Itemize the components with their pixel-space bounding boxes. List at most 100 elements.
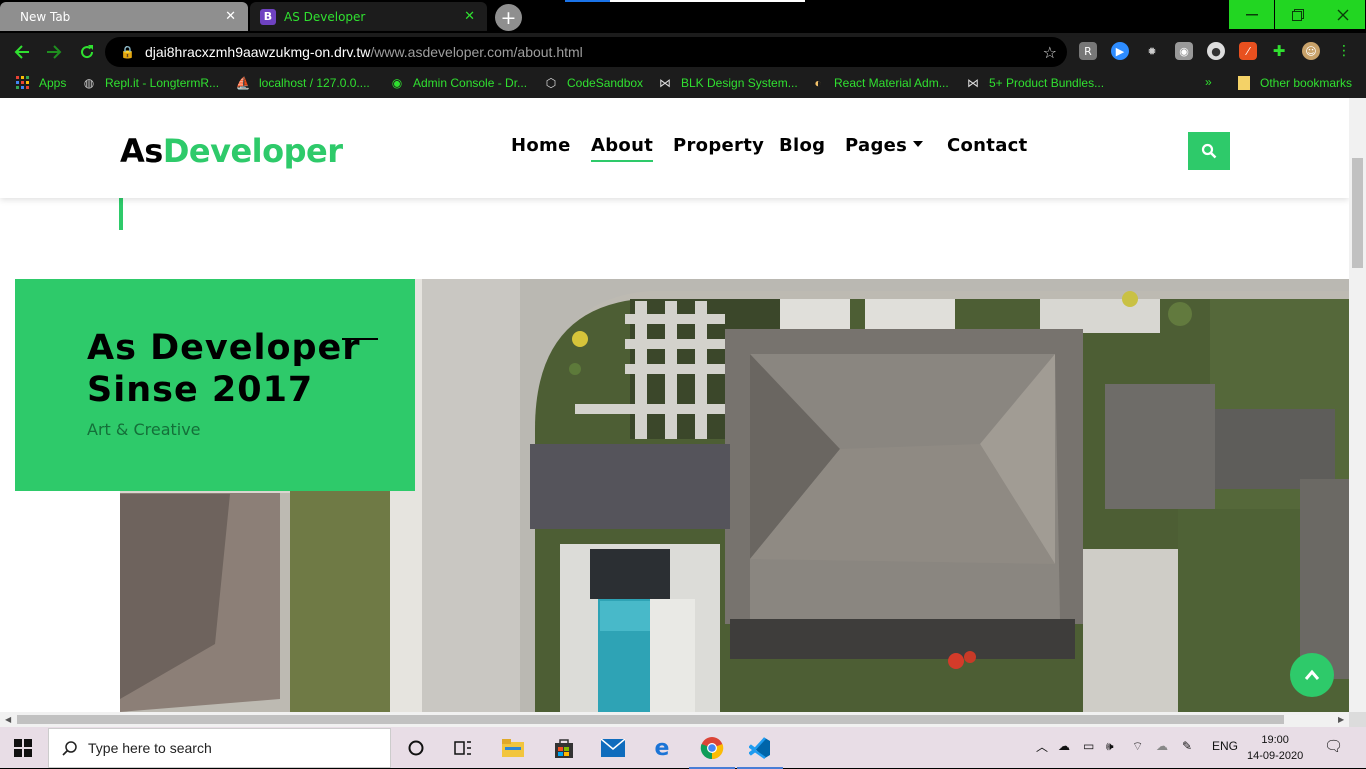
chrome-icon[interactable]	[689, 733, 735, 769]
react-material-icon: ◐	[814, 76, 822, 90]
bookmark-replit[interactable]: ◍ Repl.it - LongtermR...	[81, 75, 219, 91]
back-to-top-button[interactable]	[1290, 653, 1334, 697]
address-bar[interactable]: 🔒 djai8hracxzmh9aawzukmg-on.drv.tw/www.a…	[105, 37, 1067, 67]
bookmark-admin-console[interactable]: ◉ Admin Console - Dr...	[389, 75, 527, 91]
hero-subtitle: Art & Creative	[87, 420, 201, 439]
globe-icon: ◉	[391, 76, 403, 90]
bug-extension-icon[interactable]: ✹	[1143, 42, 1161, 60]
caret-down-icon	[913, 141, 924, 147]
bookmark-star-icon[interactable]: ☆	[1043, 43, 1057, 62]
mail-icon[interactable]	[598, 733, 628, 763]
edge-browser-icon[interactable]: e	[647, 733, 677, 763]
back-button[interactable]	[11, 41, 33, 63]
search-icon	[1201, 143, 1217, 159]
tab-label: New Tab	[20, 9, 71, 24]
wifi-icon[interactable]: ⌔	[1132, 739, 1143, 754]
tab-new-tab[interactable]: New Tab ✕	[0, 2, 248, 31]
site-logo[interactable]: AsDeveloper	[120, 132, 343, 170]
tab-as-developer[interactable]: B AS Developer ✕	[250, 2, 487, 31]
arrow-right-icon	[47, 45, 62, 59]
close-icon	[1337, 9, 1348, 20]
horizontal-scrollbar[interactable]: ◀ ▶	[0, 712, 1349, 727]
nav-blog[interactable]: Blog	[779, 135, 825, 156]
blk-icon: ⋈	[659, 76, 671, 90]
vscode-icon[interactable]	[737, 733, 783, 769]
extensions-puzzle-icon[interactable]: ✚	[1270, 42, 1288, 60]
bookmark-product-bundles[interactable]: ⋈ 5+ Product Bundles...	[965, 75, 1104, 91]
volume-icon[interactable]: 🕪	[1106, 739, 1114, 754]
scroll-right-arrow-icon[interactable]: ▶	[1338, 715, 1344, 724]
folder-icon	[1236, 75, 1252, 91]
minimize-button[interactable]	[1229, 0, 1274, 29]
loading-progress-bar	[565, 0, 805, 2]
onedrive-cloud-icon[interactable]: ☁	[1058, 739, 1070, 753]
restore-icon	[1291, 8, 1304, 21]
camera-extension-icon[interactable]: ◉	[1175, 42, 1193, 60]
store-icon[interactable]	[549, 733, 579, 763]
search-icon	[62, 741, 77, 756]
nav-home[interactable]: Home	[511, 135, 571, 156]
nav-about[interactable]: About	[591, 135, 654, 162]
browser-toolbar: 🔒 djai8hracxzmh9aawzukmg-on.drv.tw/www.a…	[0, 33, 1366, 70]
profile-avatar-icon[interactable]: ☺	[1302, 42, 1320, 60]
restore-button[interactable]	[1275, 0, 1320, 29]
system-clock[interactable]: 19:00 14-09-2020	[1247, 732, 1303, 764]
extension-r-icon[interactable]: R	[1079, 42, 1097, 60]
new-tab-button[interactable]: +	[495, 4, 522, 31]
battery-icon[interactable]: ▭	[1083, 739, 1094, 753]
notifications-icon[interactable]: 🗨	[1324, 737, 1343, 755]
vertical-scrollbar[interactable]	[1349, 98, 1366, 712]
arrow-left-icon	[14, 45, 29, 59]
close-tab-icon[interactable]: ✕	[464, 9, 475, 24]
bookmark-react-material[interactable]: ◐ React Material Adm...	[810, 75, 948, 91]
chevron-up-icon	[1304, 669, 1320, 680]
task-view-icon[interactable]	[448, 733, 478, 763]
postman-extension-icon[interactable]: ⁄	[1239, 42, 1257, 60]
url-text: djai8hracxzmh9aawzukmg-on.drv.tw/www.asd…	[144, 44, 583, 60]
forward-button[interactable]	[43, 41, 65, 63]
circle-extension-icon[interactable]: ●	[1207, 42, 1225, 60]
pen-icon[interactable]: ✎	[1182, 739, 1192, 753]
codesandbox-icon: ⬡	[545, 76, 557, 90]
start-button[interactable]	[14, 739, 32, 757]
scroll-left-arrow-icon[interactable]: ◀	[5, 715, 11, 724]
nav-pages-dropdown[interactable]: Pages	[845, 135, 924, 156]
bookmark-blk-design[interactable]: ⋈ BLK Design System...	[657, 75, 798, 91]
hero-title: As Developer Sinse 2017	[87, 327, 378, 411]
language-indicator[interactable]: ENG	[1212, 739, 1238, 753]
file-explorer-icon[interactable]	[498, 733, 528, 763]
apps-grid-icon	[15, 75, 31, 91]
windows-taskbar: Type here to search e ︿ ☁ ▭ 🕪 ⌔ ☁ ✎ ENG …	[0, 727, 1366, 769]
bookmark-apps[interactable]: Apps	[15, 75, 66, 91]
bookmark-localhost[interactable]: ⛵ localhost / 127.0.0....	[235, 75, 370, 91]
close-tab-icon[interactable]: ✕	[225, 9, 236, 24]
bookmarks-bar: Apps ◍ Repl.it - LongtermR... ⛵ localhos…	[0, 70, 1366, 98]
bootstrap-favicon-icon: B	[260, 8, 276, 25]
phpmyadmin-icon: ⛵	[235, 76, 251, 90]
reload-icon	[81, 45, 94, 59]
search-button[interactable]	[1188, 132, 1230, 170]
nav-contact[interactable]: Contact	[947, 135, 1028, 156]
cortana-icon[interactable]	[401, 733, 431, 763]
reload-button[interactable]	[76, 41, 98, 63]
title-dash-decoration	[342, 338, 378, 340]
bookmark-codesandbox[interactable]: ⬡ CodeSandbox	[543, 75, 643, 91]
cloud-sync-icon[interactable]: ☁	[1156, 739, 1168, 753]
bookmark-other[interactable]: Other bookmarks	[1236, 75, 1352, 91]
page-viewport: AsDeveloper Home About Property Blog Pag…	[0, 98, 1349, 712]
taskbar-search-box[interactable]: Type here to search	[48, 728, 391, 768]
replit-icon: ◍	[83, 76, 95, 90]
nav-property[interactable]: Property	[673, 135, 764, 156]
bundle-icon: ⋈	[967, 76, 979, 90]
tab-label: AS Developer	[284, 9, 366, 24]
browser-tab-strip: New Tab ✕ B AS Developer ✕ +	[0, 0, 1366, 33]
bookmarks-overflow-button[interactable]: »	[1205, 75, 1212, 89]
windows-logo-icon	[14, 739, 32, 757]
lock-icon[interactable]: 🔒	[120, 45, 135, 59]
site-navbar: AsDeveloper Home About Property Blog Pag…	[0, 98, 1349, 198]
close-window-button[interactable]	[1320, 0, 1365, 29]
browser-menu-icon[interactable]: ⋮	[1335, 42, 1353, 60]
minimize-icon	[1245, 13, 1258, 15]
tray-overflow-chevron-icon[interactable]: ︿	[1036, 738, 1048, 755]
zoom-extension-icon[interactable]: ▶	[1111, 42, 1129, 60]
